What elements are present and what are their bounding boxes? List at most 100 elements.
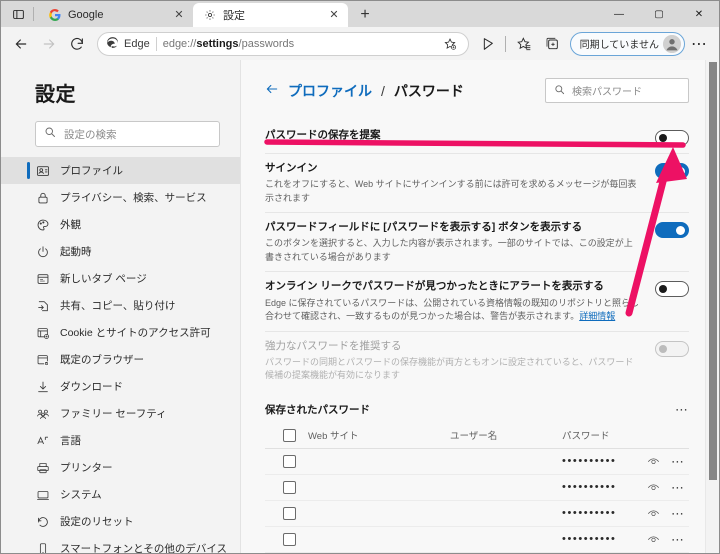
sidebar-item-profile[interactable]: プロファイル <box>1 157 240 184</box>
sidebar-item-languages[interactable]: 言語 <box>1 427 240 454</box>
table-row[interactable]: •••••••••• ⋯ <box>265 449 689 475</box>
table-row[interactable]: •••••••••• ⋯ <box>265 475 689 501</box>
sidebar-item-printers[interactable]: プリンター <box>1 454 240 481</box>
breadcrumb-separator: / <box>381 82 385 99</box>
download-icon <box>35 379 51 395</box>
sidebar-item-phone-devices[interactable]: スマートフォンとその他のデバイス <box>1 535 240 553</box>
settings-page: 設定 設定の検索 プロファイル プライバシー、検索、サービス 外観 起動時 新し… <box>1 60 719 553</box>
setting-description: Edge に保存されているパスワードは、公開されている資格情報の既知のリポジトリ… <box>265 297 639 324</box>
tab-settings[interactable]: 設定 ✕ <box>193 3 348 27</box>
sidebar-item-cookies[interactable]: Cookie とサイトのアクセス許可 <box>1 319 240 346</box>
eye-icon[interactable] <box>639 507 667 520</box>
favorites-icon[interactable] <box>510 30 538 58</box>
profile-sync-label: 同期していません <box>579 40 659 51</box>
eye-icon[interactable] <box>639 455 667 468</box>
row-more-button[interactable]: ⋯ <box>667 507 689 520</box>
share-icon <box>35 298 51 314</box>
collections-icon[interactable] <box>475 30 503 58</box>
row-more-button[interactable]: ⋯ <box>667 455 689 468</box>
newtab-icon <box>35 271 51 287</box>
sidebar-item-system[interactable]: システム <box>1 481 240 508</box>
browser-toolbar: Edge edge://settings/passwords 同期していません … <box>1 27 719 60</box>
minimize-button[interactable]: — <box>599 1 639 27</box>
forward-button[interactable] <box>35 30 63 58</box>
row-checkbox[interactable] <box>283 480 296 494</box>
sidebar-item-privacy[interactable]: プライバシー、検索、サービス <box>1 184 240 211</box>
row-checkbox[interactable] <box>283 506 296 520</box>
tab-title: 設定 <box>223 10 245 22</box>
gear-icon <box>203 8 217 22</box>
toggle-leak-alerts[interactable] <box>655 281 689 298</box>
setting-label: サインイン <box>265 162 318 174</box>
column-header-username: ユーザー名 <box>450 431 498 443</box>
sidebar-item-default-browser[interactable]: 既定のブラウザー <box>1 346 240 373</box>
address-bar[interactable]: Edge edge://settings/passwords <box>97 31 469 56</box>
cell-password: •••••••••• <box>562 481 617 494</box>
sidebar-item-startup[interactable]: 起動時 <box>1 238 240 265</box>
column-header-password: パスワード <box>562 431 610 443</box>
tab-separator <box>33 7 34 21</box>
url-host: settings <box>196 37 239 50</box>
maximize-button[interactable]: ▢ <box>639 1 679 27</box>
sidebar-item-label: プライバシー、検索、サービス <box>60 192 207 204</box>
arrow-left-icon[interactable] <box>265 82 279 99</box>
settings-content: プロファイル / パスワード 検索パスワード パスワードの保存を提案 サインイン… <box>240 60 719 553</box>
setting-show-reveal-password-button: パスワードフィールドに [パスワードを表示する] ボタンを表示する このボタンを… <box>265 213 689 273</box>
appearance-icon <box>35 217 51 233</box>
toggle-sign-in[interactable] <box>655 163 689 179</box>
setting-description: これをオフにすると、Web サイトにサインインする前には許可を求めるメッセージが… <box>265 179 637 203</box>
row-checkbox[interactable] <box>283 532 296 546</box>
scrollbar-thumb[interactable] <box>709 62 717 480</box>
sidebar-item-downloads[interactable]: ダウンロード <box>1 373 240 400</box>
sidebar-item-reset-settings[interactable]: 設定のリセット <box>1 508 240 535</box>
eye-icon[interactable] <box>639 533 667 546</box>
toggle-suggest-strong-passwords[interactable] <box>655 340 689 357</box>
sidebar-item-label: プロファイル <box>60 165 123 177</box>
breadcrumb-current: パスワード <box>393 82 464 99</box>
settings-search-input[interactable]: 設定の検索 <box>35 121 220 147</box>
setting-label: パスワードフィールドに [パスワードを表示する] ボタンを表示する <box>265 221 583 234</box>
cell-password: •••••••••• <box>562 455 617 468</box>
sidebar-item-family-safety[interactable]: ファミリー セーフティ <box>1 400 240 427</box>
saved-passwords-table: Web サイト ユーザー名 パスワード •••••••••• ⋯ •••••••… <box>265 423 689 553</box>
profile-sync-status[interactable]: 同期していません <box>569 31 685 56</box>
password-search-input[interactable]: 検索パスワード <box>545 78 689 103</box>
sidebar-item-share[interactable]: 共有、コピー、貼り付け <box>1 292 240 319</box>
setting-description: このボタンを選択すると、入力した内容が表示されます。一部のサイトでは、この設定が… <box>265 238 633 262</box>
star-add-icon[interactable] <box>440 37 460 51</box>
tab-close-icon[interactable]: ✕ <box>326 7 342 23</box>
tab-collection-icon[interactable] <box>538 30 566 58</box>
tab-google[interactable]: Google ✕ <box>38 3 193 27</box>
settings-search-placeholder: 設定の検索 <box>64 128 117 141</box>
browser-icon <box>35 352 51 368</box>
tab-close-icon[interactable]: ✕ <box>171 7 187 23</box>
edge-brand: Edge <box>106 36 150 52</box>
row-more-button[interactable]: ⋯ <box>667 533 689 546</box>
back-button[interactable] <box>7 30 35 58</box>
row-checkbox[interactable] <box>283 454 296 468</box>
power-icon <box>35 244 51 260</box>
breadcrumb-parent[interactable]: プロファイル <box>288 81 372 101</box>
setting-description: パスワードの同期とパスワードの保存機能が両方ともオンに設定されていると、パスワー… <box>265 356 634 381</box>
refresh-button[interactable] <box>63 30 91 58</box>
sidebar-item-newtab[interactable]: 新しいタブ ページ <box>1 265 240 292</box>
language-icon <box>35 433 51 449</box>
tab-search-icon[interactable] <box>7 3 29 25</box>
row-more-button[interactable]: ⋯ <box>667 481 689 494</box>
toggle-show-reveal-password-button[interactable] <box>655 222 689 239</box>
learn-more-link[interactable]: 詳細情報 <box>579 311 615 321</box>
eye-icon[interactable] <box>639 481 667 494</box>
table-row[interactable]: •••••••••• ⋯ <box>265 527 689 553</box>
settings-nav-list: プロファイル プライバシー、検索、サービス 外観 起動時 新しいタブ ページ 共… <box>1 157 240 553</box>
sidebar-item-appearance[interactable]: 外観 <box>1 211 240 238</box>
saved-passwords-more-button[interactable]: ⋯ <box>675 403 689 416</box>
toggle-offer-to-save-passwords[interactable] <box>655 130 689 146</box>
close-button[interactable]: ✕ <box>679 1 719 27</box>
table-row[interactable]: •••••••••• ⋯ <box>265 501 689 527</box>
saved-passwords-header: 保存されたパスワード ⋯ <box>265 402 689 417</box>
content-scrollbar[interactable] <box>705 60 719 553</box>
select-all-checkbox[interactable] <box>283 428 296 442</box>
browser-more-button[interactable]: ⋯ <box>685 30 713 58</box>
new-tab-button[interactable]: + <box>352 3 378 27</box>
sidebar-item-label: 設定のリセット <box>60 516 134 528</box>
